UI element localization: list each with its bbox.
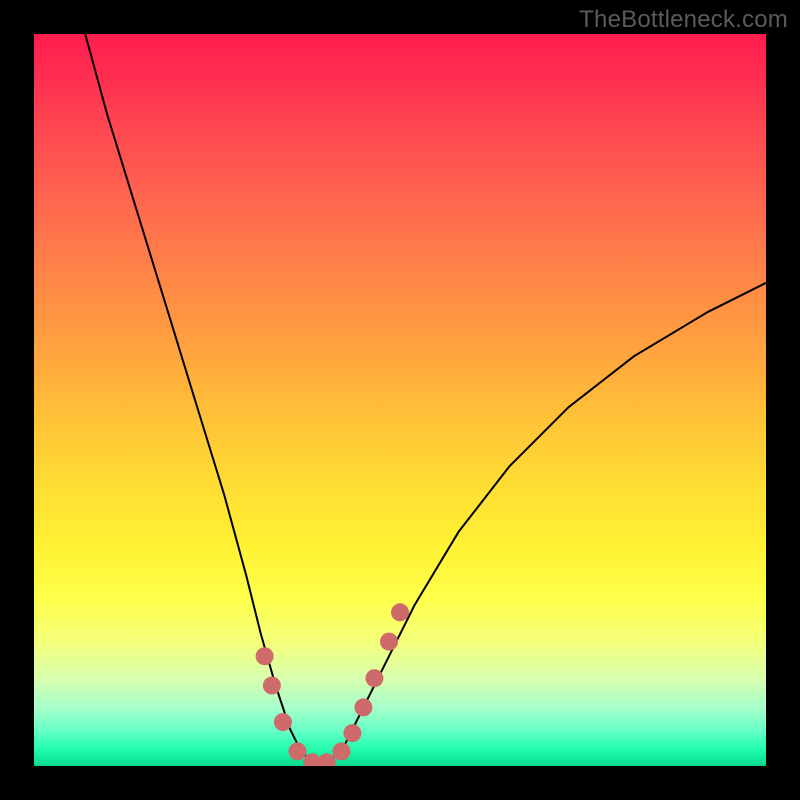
plot-area (34, 34, 766, 766)
highlight-dot (343, 724, 361, 742)
highlight-dot (318, 753, 336, 766)
highlight-dot (274, 713, 292, 731)
highlight-dot (289, 742, 307, 760)
highlight-dot (332, 742, 350, 760)
watermark-text: TheBottleneck.com (579, 6, 788, 34)
highlight-dot (365, 669, 383, 687)
highlight-dot (380, 633, 398, 651)
chart-frame: TheBottleneck.com (0, 0, 800, 800)
highlight-dot (263, 677, 281, 695)
highlight-dot (391, 603, 409, 621)
bottleneck-curve-path (85, 34, 766, 762)
highlight-dots (256, 603, 409, 766)
bottleneck-curve (85, 34, 766, 762)
highlight-dot (354, 698, 372, 716)
curve-svg (34, 34, 766, 766)
highlight-dot (256, 647, 274, 665)
